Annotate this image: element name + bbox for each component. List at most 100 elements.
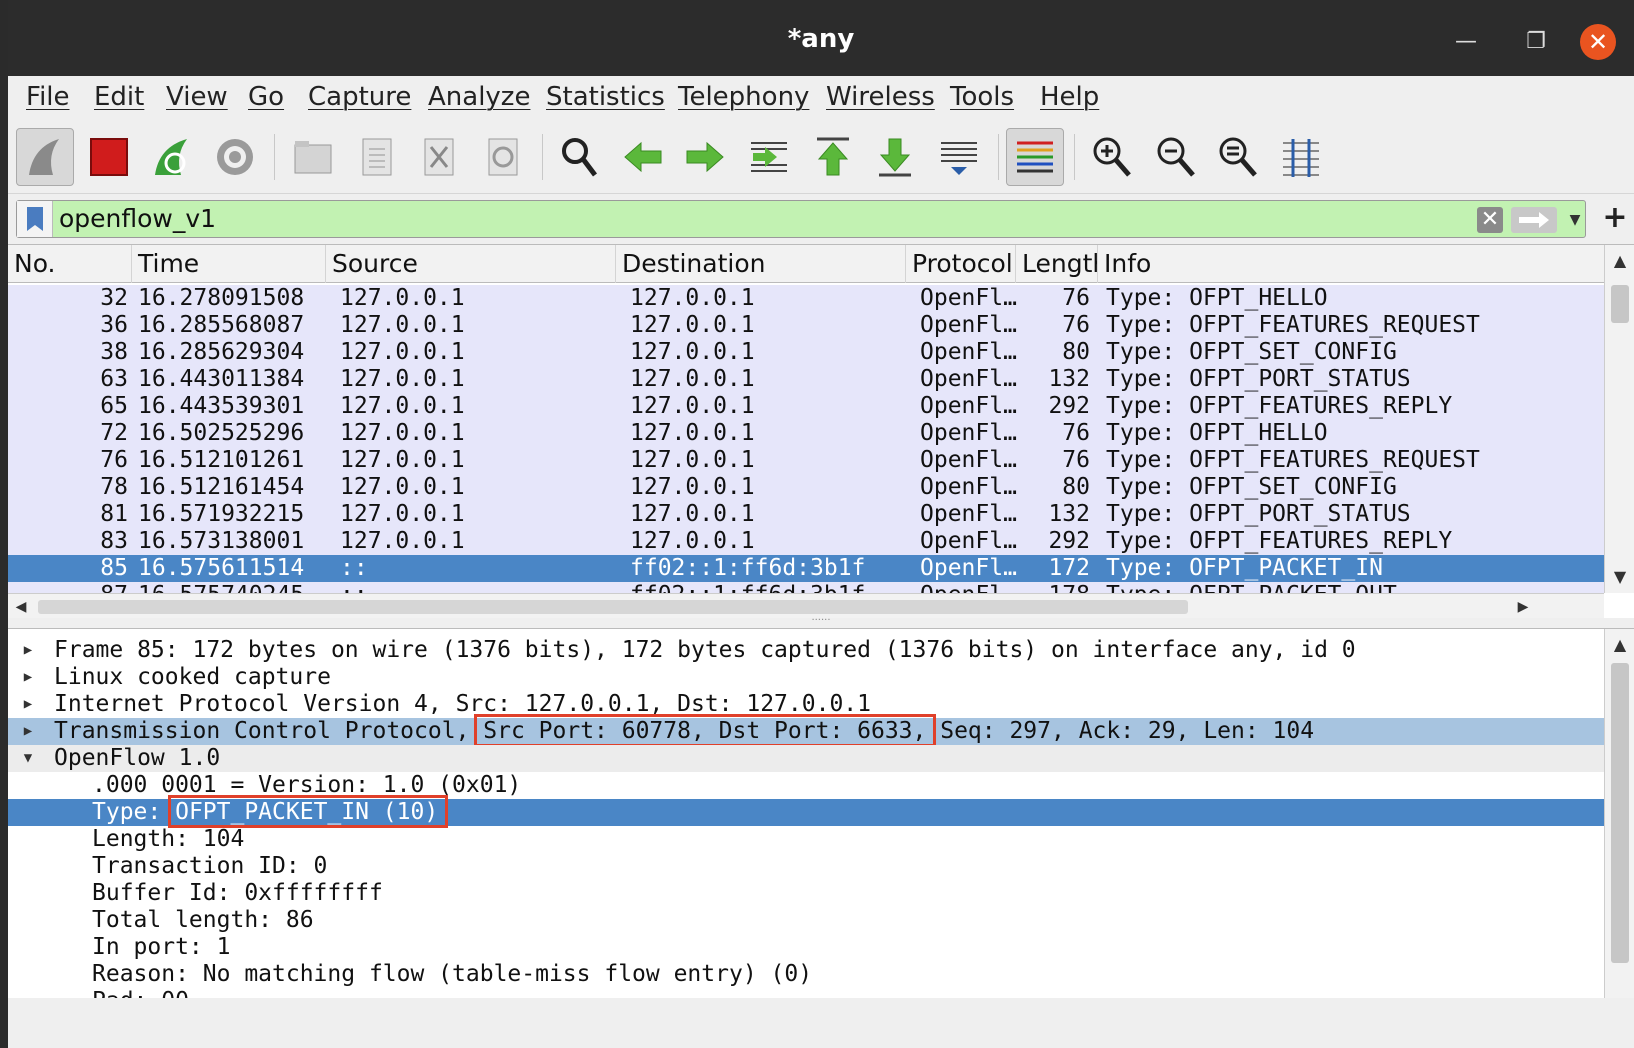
zoom-out-icon[interactable]	[1146, 128, 1204, 186]
menu-file[interactable]: File	[26, 82, 70, 112]
packet-row[interactable]: 36 16.285568087 127.0.0.1 127.0.0.1 OpenFl… 7…	[8, 312, 1604, 339]
packet-row[interactable]: 32 16.278091508 127.0.0.1 127.0.0.1 OpenFl… 7…	[8, 285, 1604, 312]
menu-wireless[interactable]: Wireless	[826, 82, 935, 112]
column-time[interactable]: Time	[132, 245, 326, 283]
packet-row[interactable]: 81 16.571932215 127.0.0.1 127.0.0.1 OpenFl… 1…	[8, 501, 1604, 528]
detail-length[interactable]: Length: 104	[8, 826, 1604, 853]
packet-cell-info: Type: OFPT_FEATURES_REQUEST	[1106, 447, 1480, 473]
resize-columns-icon[interactable]	[1272, 128, 1330, 186]
detail-pad[interactable]: Pad: 00	[8, 988, 1604, 998]
shark-fin-icon[interactable]	[16, 128, 74, 186]
detail-transaction-id[interactable]: Transaction ID: 0	[8, 853, 1604, 880]
save-file-icon[interactable]	[348, 128, 406, 186]
toolbar-separator	[542, 134, 543, 180]
details-vscrollbar[interactable]: ▲	[1604, 629, 1634, 998]
expand-arrow-icon[interactable]: ▶	[18, 664, 38, 691]
packet-cell-info: Type: OFPT_SET_CONFIG	[1106, 474, 1397, 500]
scroll-up-icon[interactable]: ▲	[1605, 631, 1634, 659]
packet-row[interactable]: 78 16.512161454 127.0.0.1 127.0.0.1 OpenFl… 8…	[8, 474, 1604, 501]
display-filter-input[interactable]: openflow_v1	[59, 204, 216, 233]
toolbar-separator	[998, 134, 999, 180]
collapse-arrow-icon[interactable]: ▼	[18, 745, 38, 772]
column-length[interactable]: Length	[1016, 245, 1098, 283]
zoom-normal-icon[interactable]	[1208, 128, 1266, 186]
open-file-icon[interactable]	[284, 128, 342, 186]
packet-row[interactable]: 85 16.575611514:: ff02::1:ff6d:3b1f OpenFl……	[8, 555, 1604, 582]
packet-cell-time: 16.575611514	[138, 555, 305, 581]
minimize-button[interactable]: —	[1448, 24, 1484, 60]
packet-cell-src: 127.0.0.1	[340, 420, 465, 446]
column-source[interactable]: Source	[326, 245, 616, 283]
zoom-in-icon[interactable]	[1082, 128, 1140, 186]
go-to-packet-icon[interactable]	[740, 128, 798, 186]
expand-arrow-icon[interactable]: ▶	[18, 718, 38, 745]
maximize-button[interactable]: ❐	[1518, 24, 1554, 60]
column-destination[interactable]: Destination	[616, 245, 906, 283]
column-protocol[interactable]: Protocol	[906, 245, 1016, 283]
capture-options-icon[interactable]	[206, 128, 264, 186]
detail-linux-cooked[interactable]: ▶ Linux cooked capture	[8, 664, 1604, 691]
column-no[interactable]: No.	[8, 245, 132, 283]
menu-telephony[interactable]: Telephony	[678, 82, 809, 112]
apply-filter-icon[interactable]	[1511, 207, 1557, 233]
packet-row[interactable]: 65 16.443539301 127.0.0.1 127.0.0.1 OpenFl… 2…	[8, 393, 1604, 420]
menu-edit[interactable]: Edit	[94, 82, 144, 112]
pane-splitter[interactable]: ······	[8, 616, 1634, 628]
detail-reason[interactable]: Reason: No matching flow (table-miss flo…	[8, 961, 1604, 988]
close-button[interactable]: ✕	[1580, 24, 1616, 60]
bytes-pane-splitter[interactable]	[8, 998, 1634, 1048]
scroll-left-icon[interactable]: ◀	[8, 594, 34, 618]
menu-view[interactable]: View	[166, 82, 228, 112]
go-forward-icon[interactable]	[676, 128, 734, 186]
menu-statistics[interactable]: Statistics	[546, 82, 665, 112]
scroll-down-icon[interactable]: ▼	[1605, 563, 1634, 591]
stop-capture-icon[interactable]	[80, 128, 138, 186]
detail-frame[interactable]: ▶ Frame 85: 172 bytes on wire (1376 bits…	[8, 637, 1604, 664]
packet-list-hscrollbar[interactable]: ◀ ▶	[8, 593, 1604, 618]
packet-list-vscrollbar[interactable]: ▲ ▼	[1604, 245, 1634, 593]
go-back-icon[interactable]	[614, 128, 672, 186]
detail-total-length[interactable]: Total length: 86	[8, 907, 1604, 934]
first-packet-icon[interactable]	[804, 128, 862, 186]
add-filter-button[interactable]: +	[1600, 200, 1630, 238]
packet-cell-info: Type: OFPT_FEATURES_REQUEST	[1106, 312, 1480, 338]
scroll-up-icon[interactable]: ▲	[1605, 247, 1634, 275]
menu-tools[interactable]: Tools	[950, 82, 1014, 112]
chevron-down-icon[interactable]: ▼	[1567, 207, 1583, 233]
column-info[interactable]: Info	[1098, 245, 1604, 283]
expand-arrow-icon[interactable]: ▶	[18, 691, 38, 718]
find-packet-icon[interactable]	[550, 128, 608, 186]
packet-row[interactable]: 38 16.285629304 127.0.0.1 127.0.0.1 OpenFl… 8…	[8, 339, 1604, 366]
packet-row[interactable]: 72 16.502525296 127.0.0.1 127.0.0.1 OpenFl… 7…	[8, 420, 1604, 447]
packet-cell-proto: OpenFl…	[920, 312, 1017, 338]
autoscroll-icon[interactable]	[930, 128, 988, 186]
menu-go[interactable]: Go	[248, 82, 284, 112]
packet-row[interactable]: 83 16.573138001 127.0.0.1 127.0.0.1 OpenFl… 2…	[8, 528, 1604, 555]
colorize-icon[interactable]	[1006, 128, 1064, 186]
packet-cell-time: 16.512161454	[138, 474, 305, 500]
packet-row[interactable]: 63 16.443011384 127.0.0.1 127.0.0.1 OpenFl… 1…	[8, 366, 1604, 393]
detail-openflow[interactable]: ▼ OpenFlow 1.0	[8, 745, 1604, 772]
last-packet-icon[interactable]	[866, 128, 924, 186]
menu-analyze[interactable]: Analyze	[428, 82, 530, 112]
scrollbar-thumb[interactable]	[1611, 663, 1629, 963]
packet-cell-time: 16.285568087	[138, 312, 305, 338]
detail-in-port[interactable]: In port: 1	[8, 934, 1604, 961]
restart-capture-icon[interactable]	[144, 128, 202, 186]
scrollbar-thumb[interactable]	[38, 600, 1188, 614]
close-file-icon[interactable]	[410, 128, 468, 186]
detail-buffer-text: Buffer Id: 0xffffffff	[92, 880, 383, 906]
packet-cell-src: 127.0.0.1	[340, 447, 465, 473]
detail-buffer-id[interactable]: Buffer Id: 0xffffffff	[8, 880, 1604, 907]
packet-cell-len: 76	[1062, 285, 1090, 311]
menu-capture[interactable]: Capture	[308, 82, 411, 112]
menu-help[interactable]: Help	[1040, 82, 1099, 112]
scroll-right-icon[interactable]: ▶	[1510, 594, 1536, 618]
clear-filter-icon[interactable]: ✕	[1477, 207, 1503, 233]
packet-cell-no: 38	[100, 339, 128, 365]
filter-bookmark-icon[interactable]	[17, 201, 53, 237]
expand-arrow-icon[interactable]: ▶	[18, 637, 38, 664]
packet-row[interactable]: 76 16.512101261 127.0.0.1 127.0.0.1 OpenFl… 7…	[8, 447, 1604, 474]
reload-file-icon[interactable]	[474, 128, 532, 186]
scrollbar-thumb[interactable]	[1611, 285, 1629, 323]
